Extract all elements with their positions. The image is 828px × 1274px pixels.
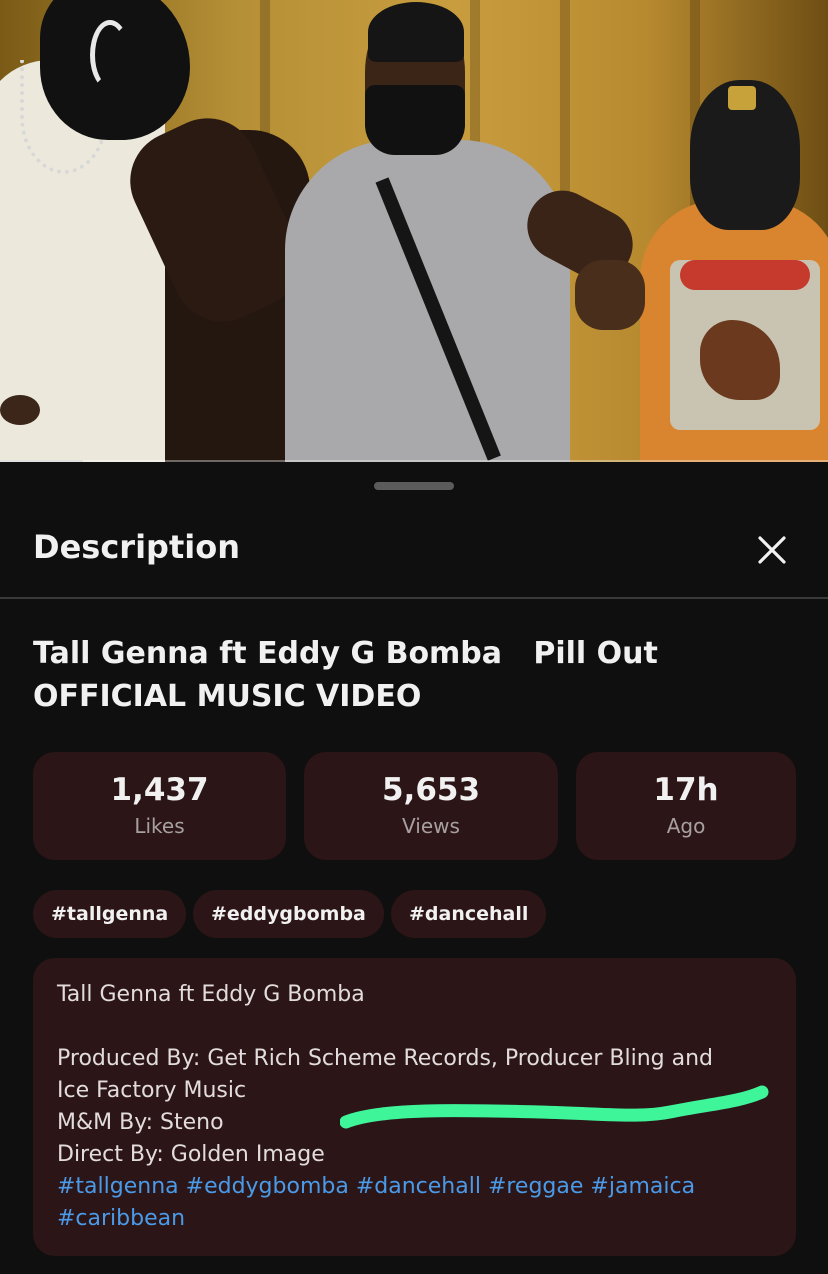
center-person-mask <box>365 85 465 155</box>
description-producers-line-continued: Ice Factory Music <box>57 1078 247 1103</box>
center-person-body <box>285 140 570 462</box>
upload-age-value: 17h <box>653 772 719 808</box>
description-artist-line: Tall Genna ft Eddy G Bomba <box>57 982 365 1007</box>
upload-age-label: Ago <box>666 814 706 838</box>
hashtag-link[interactable]: #jamaica <box>590 1174 695 1199</box>
foreground-hand <box>0 395 40 425</box>
hashtag-link[interactable]: #tallgenna <box>57 1174 179 1199</box>
drag-handle[interactable] <box>374 482 454 490</box>
right-person-cap-badge <box>728 86 756 110</box>
description-producers-line: Produced By: Get Rich Scheme Records, Pr… <box>57 1046 713 1071</box>
center-person-durag <box>368 2 464 62</box>
likes-count: 1,437 <box>110 772 209 808</box>
hashtag-link[interactable]: #dancehall <box>356 1174 481 1199</box>
close-button[interactable] <box>752 530 792 570</box>
description-hashtags-row: #caribbean <box>57 1206 185 1231</box>
center-person-hand <box>575 260 645 330</box>
views-count: 5,653 <box>381 772 481 808</box>
description-director-line: Direct By: Golden Image <box>57 1142 325 1167</box>
tag-chip-dancehall[interactable]: #dancehall <box>391 890 547 938</box>
tag-chip-eddygbomba[interactable]: #eddygbomba <box>193 890 384 938</box>
description-sheet: Description Tall Genna ft Eddy G Bomba P… <box>0 464 828 1274</box>
hashtag-link[interactable]: #eddygbomba <box>186 1174 349 1199</box>
description-hashtags-row: #tallgenna #eddygbomba #dancehall #regga… <box>57 1174 695 1199</box>
right-person-shirt-print <box>670 260 820 430</box>
hashtag-link[interactable]: #caribbean <box>57 1206 185 1231</box>
video-title: Tall Genna ft Eddy G Bomba Pill Out OFFI… <box>33 636 669 714</box>
likes-stat: 1,437 Likes <box>33 752 286 860</box>
tag-chip-tallgenna[interactable]: #tallgenna <box>33 890 187 938</box>
close-icon <box>758 536 786 564</box>
sheet-title: Description <box>33 528 240 566</box>
hashtag-link[interactable]: #reggae <box>488 1174 583 1199</box>
views-stat: 5,653 Views <box>304 752 558 860</box>
likes-label: Likes <box>134 814 185 838</box>
header-divider <box>0 597 828 599</box>
video-progress-fill <box>0 460 83 462</box>
description-mix-master-line: M&M By: Steno <box>57 1110 224 1135</box>
left-person-head <box>40 0 190 140</box>
views-label: Views <box>402 814 460 838</box>
description-text-box: Tall Genna ft Eddy G Bomba Produced By: … <box>33 958 796 1256</box>
upload-age-stat: 17h Ago <box>576 752 796 860</box>
video-progress-bar[interactable] <box>0 460 828 462</box>
video-player[interactable] <box>0 0 828 462</box>
